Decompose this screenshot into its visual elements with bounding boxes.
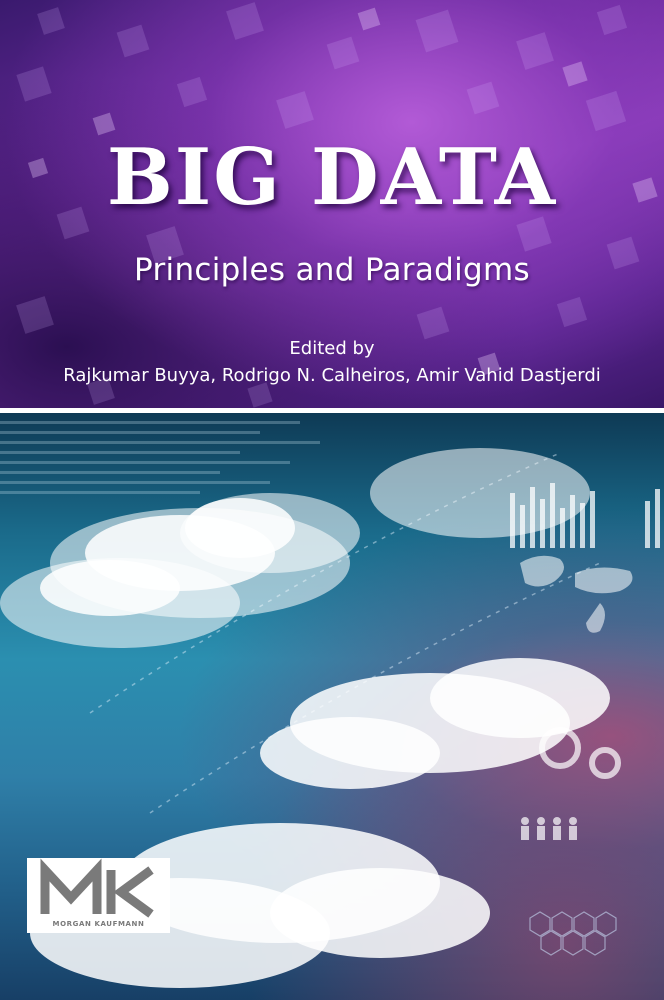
- publisher-name: MORGAN KAUFMANN: [52, 920, 145, 928]
- world-map-graphic: [520, 555, 633, 633]
- book-cover: BIG DATA Principles and Paradigms Edited…: [0, 0, 664, 1000]
- title-panel: BIG DATA Principles and Paradigms Edited…: [0, 0, 664, 408]
- data-stream-lines: [0, 421, 320, 494]
- mk-logo-mark: [40, 858, 154, 918]
- hexagon-grid: [529, 911, 617, 956]
- editors-list: Rajkumar Buyya, Rodrigo N. Calheiros, Am…: [63, 365, 601, 386]
- publisher-logo: MORGAN KAUFMANN: [27, 858, 170, 933]
- people-icons: [521, 817, 577, 840]
- book-subtitle: Principles and Paradigms: [134, 252, 530, 288]
- book-title: BIG DATA: [106, 132, 558, 223]
- edited-by-label: Edited by: [289, 338, 375, 359]
